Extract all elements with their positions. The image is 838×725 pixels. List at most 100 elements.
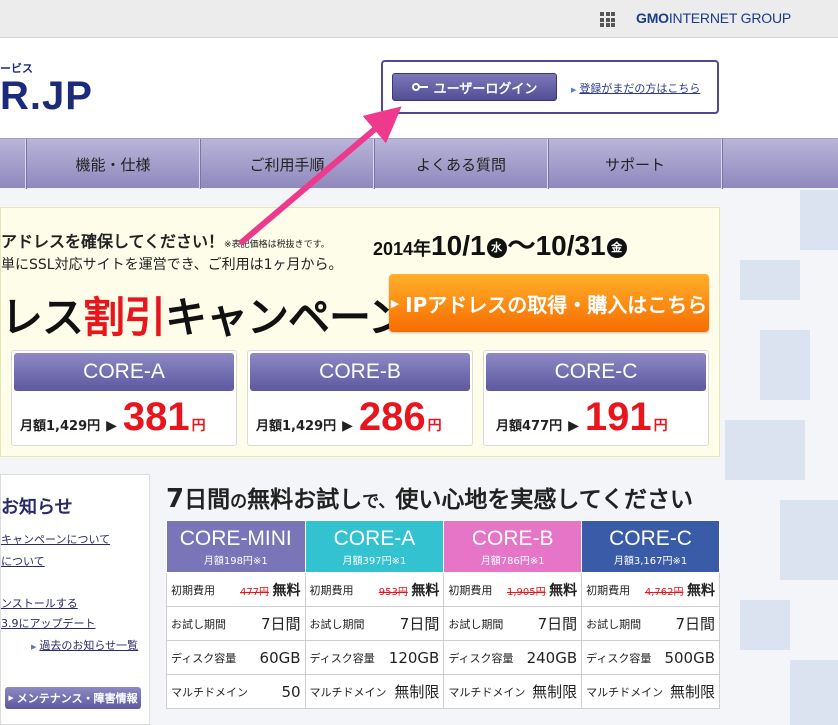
nav-item-faq[interactable]: よくある質問 [374, 139, 548, 189]
news-item[interactable]: ンストールする [1, 595, 78, 611]
row-label: お試し期間 [171, 617, 226, 631]
plan-header-note: ※1 [529, 556, 545, 567]
table-cell: お試し期間 7日間 [166, 606, 306, 641]
plan-header-core-a[interactable]: CORE-A 月額397円※1 [304, 520, 445, 573]
tax-note: ※表記価格は税抜きです。 [224, 240, 330, 250]
table-row: マルチドメイン 50 マルチドメイン 無制限 マルチドメイン 無制限 マルチドメイン無… [166, 674, 720, 709]
campaign-period: 2014年10/1 水～10/31 金 [373, 224, 628, 264]
plan-header-core-b[interactable]: CORE-B 月額786円※1 [443, 520, 583, 573]
table-row: 初期費用 477円 無料 初期費用 953円 無料 初期費用 1,905円 無料 初期… [166, 572, 720, 607]
cell-value: 500GB [664, 648, 715, 667]
row-label: 初期費用 [309, 583, 354, 597]
site-logo[interactable]: R.JP [0, 74, 93, 119]
nav-item-partial[interactable] [0, 139, 26, 189]
table-cell: お試し期間 7日間 [304, 606, 445, 641]
nav-item-empty [722, 139, 838, 189]
cell-value: 7日間 [537, 615, 578, 633]
arrow-icon: ▶ [342, 418, 353, 434]
campaign-start: 10/1 [431, 230, 486, 261]
plan-header-price-value: 月額198円 [203, 556, 253, 567]
news-item[interactable]: 3.9にアップデート [1, 615, 96, 631]
cell-value: 無料 [687, 582, 715, 599]
campaign-price: 191 [584, 395, 652, 439]
table-cell: 初期費用 477円 無料 [166, 572, 306, 607]
trial-plan-table: CORE-MINI 月額198円※1 CORE-A 月額397円※1 CORE-… [166, 520, 720, 709]
campaign-plan-card[interactable]: CORE-A 月額1,429円 ▶ 381 円 [11, 350, 237, 446]
maintenance-info-button[interactable]: メンテナンス・障害情報 [5, 687, 141, 709]
banner-subline: 単にSSL対応サイトを運営でき、ご利用は1ヶ月から。 [1, 257, 343, 273]
banner-headline: アドレスを確保してください！※表記価格は税抜きです。 [1, 228, 330, 252]
cell-value: 240GB [526, 648, 578, 667]
plan-header-note: ※1 [252, 556, 268, 567]
campaign-title-a: レス [1, 293, 84, 342]
news-item[interactable]: キャンペーンについて [1, 531, 110, 547]
plan-name: CORE-B [250, 353, 470, 391]
table-row: ディスク容量 60GB ディスク容量 120GB ディスク容量 240GB ディスク容… [166, 640, 720, 675]
trial-heading-e: で、 [362, 492, 396, 512]
row-label: マルチドメイン [448, 685, 526, 699]
row-label: お試し期間 [448, 617, 504, 631]
trial-heading-c: の [230, 492, 248, 512]
cell-value: 7日間 [675, 615, 715, 633]
campaign-plan-card[interactable]: CORE-B 月額1,429円 ▶ 286 円 [247, 350, 473, 446]
table-cell: マルチドメイン 無制限 [443, 674, 583, 709]
plan-header-core-mini[interactable]: CORE-MINI 月額198円※1 [166, 520, 306, 573]
user-login-button[interactable]: ユーザーログイン [392, 73, 557, 101]
campaign-banner[interactable]: アドレスを確保してください！※表記価格は税抜きです。 単にSSL対応サイトを運営… [0, 207, 720, 457]
cell-value: 7日間 [399, 615, 440, 633]
gmo-logo-text: INTERNET GROUP [668, 10, 792, 26]
campaign-title: レス割引キャンペーン [1, 284, 410, 345]
ip-purchase-button[interactable]: IPアドレスの取得・購入はこちら [389, 274, 709, 332]
plan-header-price: 月額3,167円※1 [582, 552, 719, 567]
trial-heading-days: 7 [166, 484, 185, 514]
cell-value: 無制限 [532, 683, 578, 701]
arrow-icon: ▶ [106, 418, 117, 434]
plan-header-core-c[interactable]: CORE-C 月額3,167円※1 [581, 520, 720, 573]
campaign-title-discount: 割引 [83, 293, 166, 342]
campaign-price: 381 [122, 395, 190, 439]
row-label: マルチドメイン [171, 685, 248, 699]
plan-price: 月額477円 ▶ 191 円 [496, 395, 668, 439]
table-cell: マルチドメイン 無制限 [581, 674, 720, 709]
cell-value: 無料 [411, 582, 440, 599]
app-grid-icon[interactable] [600, 12, 615, 27]
news-panel: お知らせ キャンペーンについて について ンストールする 3.9にアップデート … [0, 474, 150, 725]
register-link[interactable]: 登録がまだの方はこちら [571, 80, 700, 96]
gmo-logo[interactable]: GMOINTERNET GROUP [636, 10, 791, 26]
regular-price: 月額477円 [496, 419, 563, 434]
cell-value: 無料 [272, 582, 301, 599]
login-box: ユーザーログイン 登録がまだの方はこちら [381, 60, 719, 114]
row-label: マルチドメイン [586, 685, 664, 699]
plan-header-price-value: 月額3,167円 [613, 556, 673, 567]
nav-item-features[interactable]: 機能・仕様 [26, 139, 200, 189]
nav-item-support[interactable]: サポート [548, 139, 722, 189]
end-dow-badge: 金 [606, 237, 627, 258]
campaign-plan-card[interactable]: CORE-C 月額477円 ▶ 191 円 [483, 350, 709, 446]
campaign-sep: ～ [507, 230, 536, 261]
news-archive-link[interactable]: 過去のお知らせ一覧 [31, 637, 138, 653]
site-header: ービス R.JP ユーザーログイン 登録がまだの方はこちら [0, 38, 838, 138]
main-nav: 機能・仕様 ご利用手順 よくある質問 サポート [0, 138, 838, 189]
row-label: 初期費用 [171, 583, 215, 597]
plan-price: 月額1,429円 ▶ 381 円 [20, 395, 206, 439]
regular-price: 月額1,429円 [256, 419, 337, 434]
plan-header-price: 月額397円※1 [306, 552, 444, 567]
row-label: ディスク容量 [586, 651, 652, 665]
plan-header-name: CORE-A [333, 527, 416, 550]
trial-heading-b: 日間 [184, 487, 231, 513]
row-label: お試し期間 [586, 617, 642, 631]
old-price: 953円 [378, 586, 408, 598]
old-price: 477円 [239, 586, 270, 598]
nav-item-procedure[interactable]: ご利用手順 [200, 139, 374, 189]
cell-value: 無制限 [669, 683, 715, 701]
arrow-icon: ▶ [568, 418, 579, 434]
table-cell: ディスク容量 500GB [581, 640, 720, 675]
plan-header-note: ※1 [391, 556, 407, 567]
user-login-label: ユーザーログイン [433, 81, 538, 97]
cell-value: 7日間 [261, 615, 301, 633]
table-row: お試し期間 7日間 お試し期間 7日間 お試し期間 7日間 お試し期間 7日間 [166, 606, 720, 641]
news-item[interactable]: について [1, 553, 45, 569]
key-icon [411, 82, 428, 92]
cell-value: 無料 [549, 582, 578, 599]
plan-header-price-value: 月額786円 [480, 556, 530, 567]
